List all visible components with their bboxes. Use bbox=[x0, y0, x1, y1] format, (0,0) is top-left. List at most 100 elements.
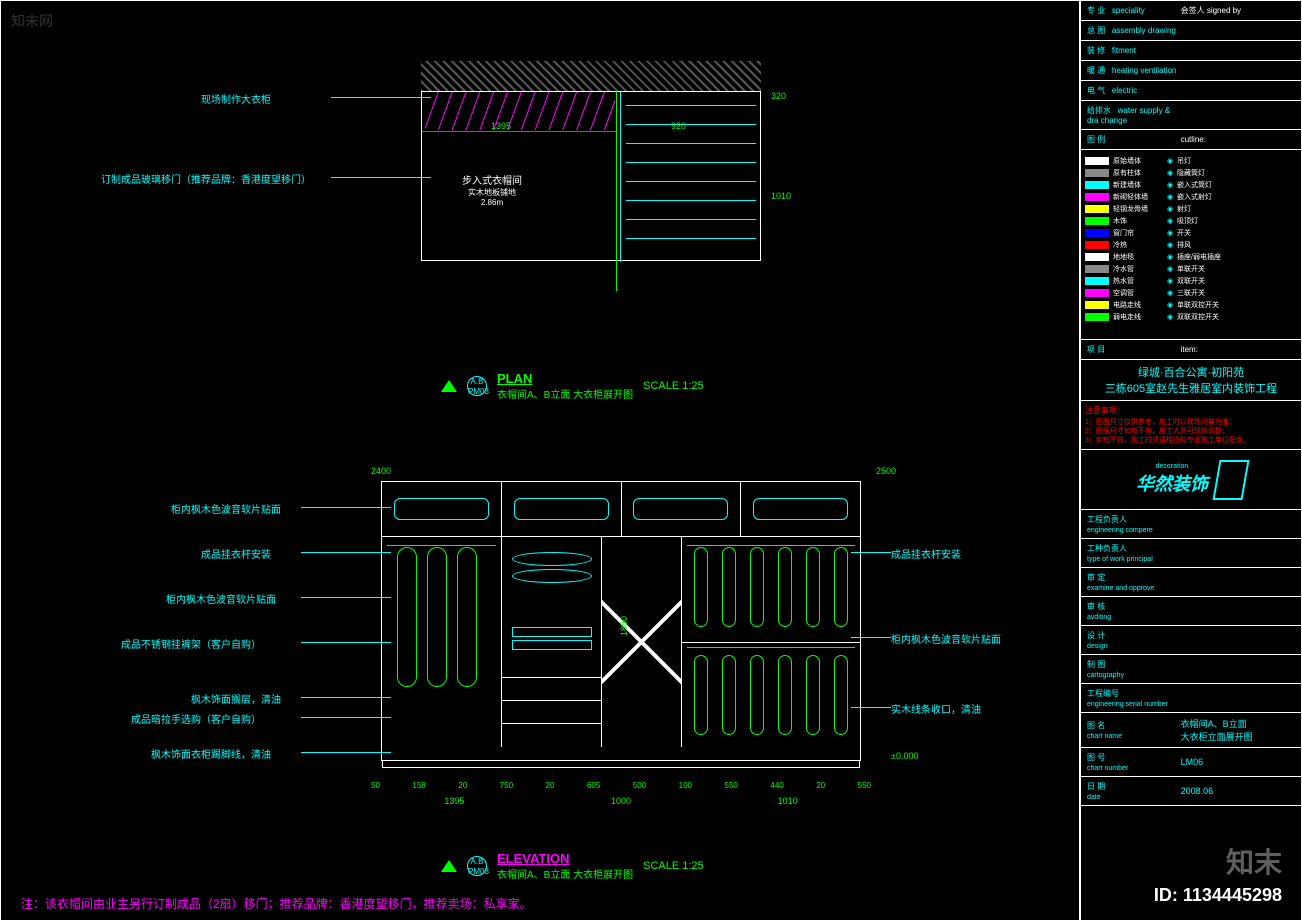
tb-header-row: 专 业 speciality会签人 signed by bbox=[1081, 1, 1301, 21]
garment bbox=[806, 547, 820, 627]
elev-l6: 成品暗拉手选购（客户自购） bbox=[131, 711, 261, 726]
warnings-list: 1：图面尺寸仅供参考，施工时以现场测量为准；2：图纸尺寸如有不符，施工人员可现场… bbox=[1085, 418, 1297, 445]
garment bbox=[694, 655, 708, 735]
project-name: 绿城·百合公寓·初阳苑 三栋605室赵先生雅居室内装饰工程 bbox=[1081, 360, 1301, 401]
rod bbox=[387, 545, 496, 546]
leader bbox=[301, 752, 391, 753]
bottom-dims: 50 158 20 750 20 605 500 100 550 440 20 … bbox=[371, 781, 871, 790]
triangle-icon bbox=[441, 380, 457, 392]
drawer bbox=[502, 678, 601, 701]
legend-item: 冷热◉排风 bbox=[1085, 240, 1297, 250]
compartment bbox=[622, 482, 742, 536]
garment bbox=[834, 655, 848, 735]
elev-title-cn: 衣帽间A、B立面 大衣柜展开图 bbox=[497, 866, 633, 881]
compartment bbox=[382, 482, 502, 536]
box-icon bbox=[514, 498, 609, 520]
room-label-group: 步入式衣帽间 实木地板铺地 2.86m bbox=[462, 172, 522, 207]
shelving-zone bbox=[620, 92, 760, 262]
warning-line: 3：如有不符，施工时须请相应的专业施工单位配合。 bbox=[1085, 436, 1297, 445]
elevation-view: 柜内枫木色波音软片贴面 成品挂衣杆安装 柜内枫木色波音软片贴面 成品不锈钢挂裤架… bbox=[331, 481, 911, 811]
dim: 158 bbox=[412, 781, 425, 790]
dim-920: 920 bbox=[671, 121, 686, 131]
double-hang bbox=[682, 537, 860, 747]
dim: 100 bbox=[679, 781, 692, 790]
dim: 750 bbox=[500, 781, 513, 790]
legend-item: 弱电走线◉双联双控开关 bbox=[1085, 312, 1297, 322]
elev-title-text: ELEVATION 衣帽间A、B立面 大衣柜展开图 bbox=[497, 851, 633, 881]
dim-2400: 2400 bbox=[371, 466, 391, 476]
fold-item bbox=[512, 552, 592, 566]
garment bbox=[806, 655, 820, 735]
plan-marker: A.BPM03 bbox=[467, 376, 487, 396]
dim: 550 bbox=[858, 781, 871, 790]
box-icon bbox=[633, 498, 728, 520]
wall-hatch-top bbox=[421, 61, 761, 91]
dim: 50 bbox=[371, 781, 380, 790]
warn-title: 注意事项: bbox=[1085, 405, 1297, 416]
garment bbox=[750, 547, 764, 627]
dim-2500: 2500 bbox=[876, 466, 896, 476]
tb-header-row: 暖 通 heating ventilation bbox=[1081, 61, 1301, 81]
dim: 1010 bbox=[778, 796, 798, 806]
leader bbox=[301, 697, 391, 698]
company-en: decoration bbox=[1136, 463, 1208, 470]
garment bbox=[427, 547, 447, 687]
garment bbox=[694, 547, 708, 627]
plan-scale: SCALE 1:25 bbox=[643, 380, 704, 392]
elev-r2: 柜内枫木色波音软片贴面 bbox=[891, 631, 1001, 646]
garment bbox=[722, 655, 736, 735]
tb-header-row: 电 气 electric bbox=[1081, 81, 1301, 101]
elev-scale: SCALE 1:25 bbox=[643, 860, 704, 872]
fold-item bbox=[512, 627, 592, 637]
tb-footer-row: 工种负责人type of work principal bbox=[1081, 539, 1301, 568]
hang-row bbox=[682, 642, 860, 747]
box-icon bbox=[753, 498, 848, 520]
leader bbox=[851, 637, 891, 638]
leader bbox=[301, 552, 391, 553]
watermark-id: ID: 1134445298 bbox=[1154, 885, 1282, 906]
legend-item: 新建墙体◉嵌入式筒灯 bbox=[1085, 180, 1297, 190]
garment bbox=[778, 547, 792, 627]
elev-title-en: ELEVATION bbox=[497, 851, 633, 866]
tb-header-row: 给排水 water supply & dra change bbox=[1081, 101, 1301, 130]
dim-1395: 1395 bbox=[491, 121, 511, 131]
elev-l5: 枫木饰面搁层，清油 bbox=[191, 691, 281, 706]
legend-item: 轻钢龙骨墙◉射灯 bbox=[1085, 204, 1297, 214]
legend-item: 木饰◉吸顶灯 bbox=[1085, 216, 1297, 226]
legend-item: 地地毯◉插座/弱电插座 bbox=[1085, 252, 1297, 262]
legend-item: 冷水管◉单联开关 bbox=[1085, 264, 1297, 274]
elev-title-bar: A.BPM03 ELEVATION 衣帽间A、B立面 大衣柜展开图 SCALE … bbox=[441, 851, 704, 881]
elev-l1: 柜内枫木色波音软片贴面 bbox=[171, 501, 281, 516]
legend-item: 空调管◉三联开关 bbox=[1085, 288, 1297, 298]
drawing-canvas: 知末网 步入式衣帽间 实木地板铺地 2.86m 现场制作大衣柜 订制成品 bbox=[0, 0, 1080, 921]
leader bbox=[851, 707, 891, 708]
proj-cn: 项 目 bbox=[1087, 344, 1181, 355]
shelves bbox=[626, 97, 756, 257]
drawers bbox=[502, 677, 601, 747]
plan-title-en: PLAN bbox=[497, 371, 633, 386]
legend-item: 原有柱体◉隐藏筒灯 bbox=[1085, 168, 1297, 178]
tb-header-row: 装 修 fitment bbox=[1081, 41, 1301, 61]
room-sub: 实木地板铺地 bbox=[462, 187, 522, 198]
garment bbox=[722, 547, 736, 627]
elev-l3: 柜内枫木色波音软片贴面 bbox=[166, 591, 276, 606]
shelves-col bbox=[502, 537, 602, 747]
elev-l2: 成品挂衣杆安装 bbox=[201, 546, 271, 561]
top-shelf-row bbox=[382, 482, 860, 537]
main-row bbox=[382, 537, 860, 747]
elev-r3: 实木线条收口，清油 bbox=[891, 701, 981, 716]
leader bbox=[851, 552, 891, 553]
hang-row bbox=[682, 537, 860, 642]
tb-footer-row: 审 核avditing bbox=[1081, 597, 1301, 626]
legend-item: 新砌轻体墙◉嵌入式射灯 bbox=[1085, 192, 1297, 202]
drawer bbox=[502, 701, 601, 724]
warning-line: 1：图面尺寸仅供参考，施工时以现场测量为准； bbox=[1085, 418, 1297, 427]
plan-label-cabinet: 现场制作大衣柜 bbox=[201, 91, 271, 106]
dim: 550 bbox=[725, 781, 738, 790]
elev-marker: A.BPM03 bbox=[467, 856, 487, 876]
plan-label-door: 订制成品玻璃移门（推荐品牌：香港度望移门） bbox=[101, 171, 311, 186]
warnings: 注意事项: 1：图面尺寸仅供参考，施工时以现场测量为准；2：图纸尺寸如有不符，施… bbox=[1081, 401, 1301, 450]
garment bbox=[834, 547, 848, 627]
x-panel bbox=[602, 537, 682, 747]
compartment bbox=[741, 482, 860, 536]
